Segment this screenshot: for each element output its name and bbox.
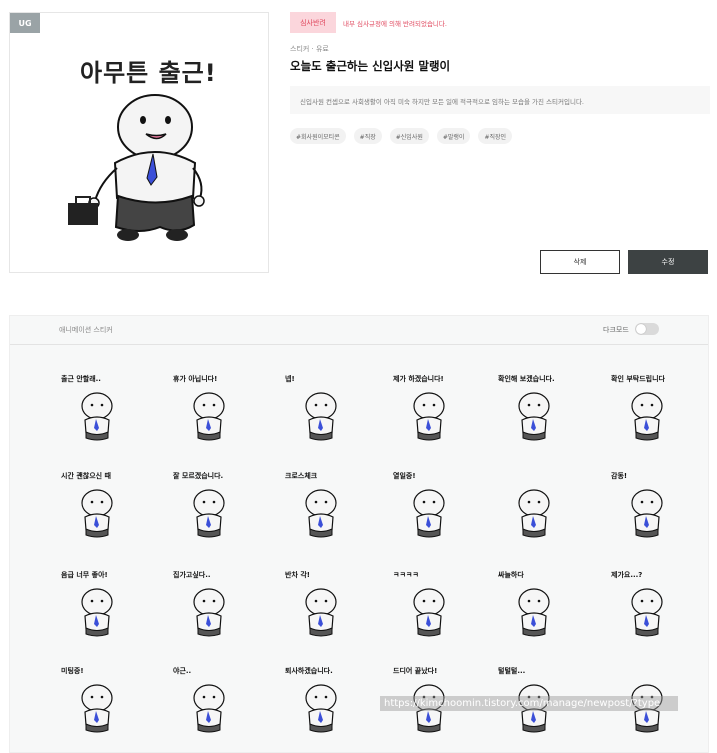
sticker-character-icon <box>518 588 550 637</box>
sticker-item[interactable]: 확인 부탁드립니다 <box>611 375 691 458</box>
sticker-grid: 출근 안할래.. 휴가 아닙니다! 넵! 제가 하겠습니다! 확인해 보겠습니다. 확인 … <box>61 375 681 750</box>
sticker-character-icon <box>81 684 113 733</box>
sticker-character-icon <box>413 489 445 538</box>
sticker-item[interactable]: 반차 각! <box>285 571 365 654</box>
sticker-character-icon <box>631 588 663 637</box>
sticker-character-icon <box>193 588 225 637</box>
dark-mode-toggle[interactable] <box>635 323 659 335</box>
tag-chip[interactable]: #신입사원 <box>389 128 429 144</box>
sticker-item[interactable]: 시간 괜찮으신 때 <box>61 472 141 555</box>
sticker-item[interactable]: 크로스체크 <box>285 472 365 555</box>
breadcrumb: 스티커 · 유료 <box>290 45 329 53</box>
sticker-character-icon <box>413 588 445 637</box>
sticker-item[interactable] <box>498 475 578 555</box>
sticker-character-icon <box>413 392 445 441</box>
sticker-item[interactable]: 감동! <box>611 472 691 555</box>
sticker-item[interactable]: 넵! <box>285 375 365 458</box>
sticker-character-icon <box>631 392 663 441</box>
sticker-character-icon <box>631 489 663 538</box>
tag-chip[interactable]: #말랭이 <box>436 128 471 144</box>
tag-chip[interactable]: #직장인 <box>478 128 513 144</box>
sticker-character-icon <box>81 588 113 637</box>
status-badge: 심사반려 <box>290 12 336 33</box>
sticker-item[interactable]: ㅋㅋㅋㅋ <box>393 571 473 654</box>
sticker-item[interactable]: 음급 너무 좋아! <box>61 571 141 654</box>
mascot-illustration <box>68 94 205 241</box>
sticker-character-icon <box>81 489 113 538</box>
sticker-character-icon <box>305 489 337 538</box>
sticker-item[interactable]: 출근 안할래.. <box>61 375 141 458</box>
sticker-item[interactable]: 퇴사하겠습니다. <box>285 667 365 750</box>
status-message: 내부 심사규정에 의해 반려되었습니다. <box>343 20 447 28</box>
sticker-character-icon <box>518 489 550 538</box>
url-overlay: https://kimchoomin.tistory.com/manage/ne… <box>380 696 678 711</box>
tag-chip[interactable]: #직장 <box>353 128 382 144</box>
page-title: 오늘도 출근하는 신입사원 말랭이 <box>290 59 451 73</box>
delete-button[interactable]: 삭제 <box>540 250 620 274</box>
panel-title: 애니메이션 스티커 <box>59 326 113 334</box>
sticker-character-icon <box>518 392 550 441</box>
sticker-character-icon <box>193 684 225 733</box>
sticker-item[interactable]: 야근.. <box>173 667 253 750</box>
sticker-character-icon <box>193 489 225 538</box>
sticker-item[interactable]: 제가요...? <box>611 571 691 654</box>
sticker-item[interactable]: 미팅중! <box>61 667 141 750</box>
sticker-character-icon <box>305 392 337 441</box>
tag-list: #회사원이모티콘 #직장 #신입사원 #말랭이 #직장인 <box>290 128 513 144</box>
toggle-knob <box>636 324 646 334</box>
sticker-thumbnail: UG 아무튼 출근! <box>9 12 269 273</box>
sticker-character-icon <box>305 588 337 637</box>
sticker-item[interactable]: 집가고싶다.. <box>173 571 253 654</box>
sticker-character-icon <box>305 684 337 733</box>
sticker-item[interactable]: 휴가 아닙니다! <box>173 375 253 458</box>
sticker-item[interactable]: 열일중! <box>393 472 473 555</box>
edit-button[interactable]: 수정 <box>628 250 708 274</box>
sticker-item[interactable]: 확인해 보겠습니다. <box>498 375 578 458</box>
animation-sticker-panel: 애니메이션 스티커 다크모드 출근 안할래.. 휴가 아닙니다! 넵! 제가 하겠습니… <box>9 315 709 753</box>
sticker-character-icon <box>81 392 113 441</box>
dark-mode-label: 다크모드 <box>603 326 629 334</box>
tag-chip[interactable]: #회사원이모티콘 <box>290 128 346 144</box>
sticker-item[interactable]: 잘 모르겠습니다. <box>173 472 253 555</box>
sticker-item[interactable]: 싸늘하다 <box>498 571 578 654</box>
panel-header: 애니메이션 스티커 다크모드 <box>10 316 708 345</box>
description-box: 신입사원 컨셉으로 사회생활이 아직 미숙 하지만 모든 일에 적극적으로 임하… <box>290 86 710 114</box>
sticker-item[interactable]: 제가 하겠습니다! <box>393 375 473 458</box>
sticker-character-icon <box>193 392 225 441</box>
